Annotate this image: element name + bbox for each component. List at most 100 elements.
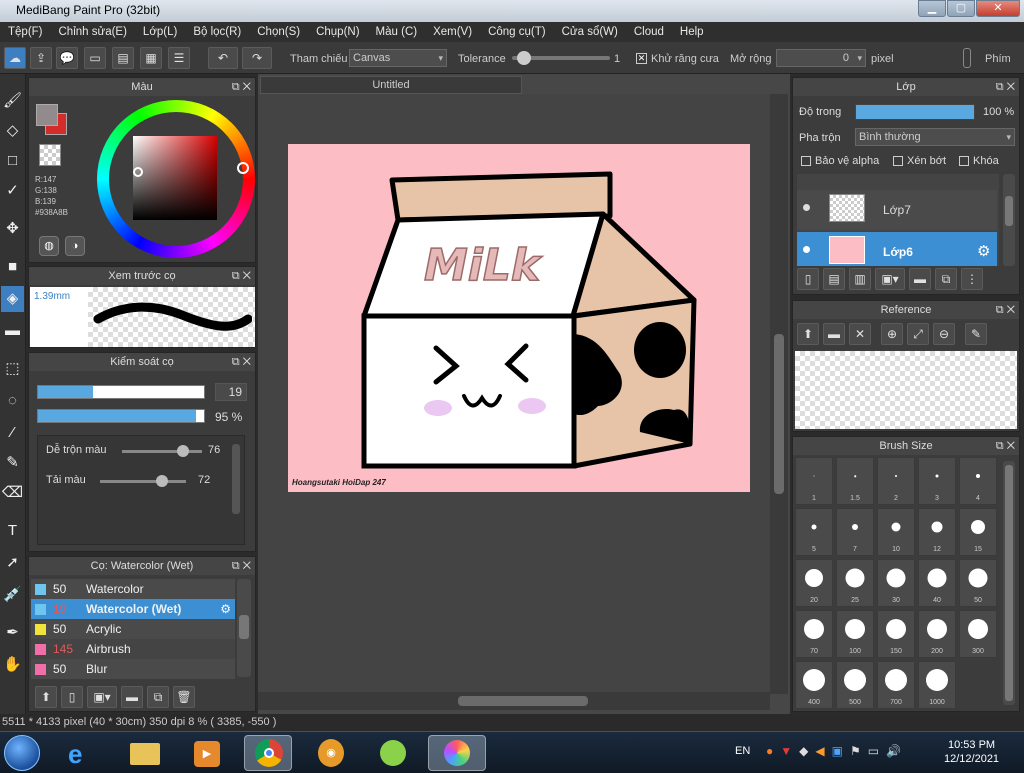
brush-list-scrollbar[interactable] bbox=[237, 579, 251, 677]
brush-size-cell[interactable]: 300 bbox=[959, 610, 997, 658]
brush-size-value[interactable]: 19 bbox=[215, 383, 247, 401]
grid-icon[interactable]: ▦ bbox=[140, 47, 162, 69]
eyedropper-tool-icon[interactable]: 💉 bbox=[1, 582, 24, 608]
reference-select[interactable]: Canvas bbox=[349, 49, 447, 67]
layer-folder-icon[interactable]: ▬ bbox=[909, 268, 931, 290]
fit-icon[interactable]: ⤢ bbox=[907, 323, 929, 345]
eye-icon[interactable] bbox=[803, 204, 810, 211]
saturation-value-square[interactable] bbox=[133, 136, 217, 220]
comment-icon[interactable]: 💬 bbox=[56, 47, 78, 69]
tray-app-icon[interactable]: ● bbox=[766, 744, 773, 758]
screen-icon[interactable]: ▭ bbox=[84, 47, 106, 69]
undo-icon[interactable]: ↶ bbox=[208, 47, 238, 69]
tolerance-slider[interactable] bbox=[512, 51, 610, 65]
panel-controls-icon[interactable]: ⧉ ✕ bbox=[232, 267, 251, 285]
menu-filter[interactable]: Bộ lọc(R) bbox=[185, 26, 249, 38]
brush-size-cell[interactable]: 12 bbox=[918, 508, 956, 556]
maximize-button[interactable]: ▢ bbox=[947, 0, 975, 17]
eyedropper-icon[interactable]: ✎ bbox=[965, 323, 987, 345]
tray-v-icon[interactable]: ▼ bbox=[780, 744, 792, 758]
menu-snap[interactable]: Chụp(N) bbox=[308, 26, 367, 38]
brush-size-cell[interactable]: 1000 bbox=[918, 661, 956, 709]
eye-icon[interactable] bbox=[803, 246, 810, 253]
menu-edit[interactable]: Chỉnh sửa(E) bbox=[51, 26, 135, 38]
tray-monitor-icon[interactable]: ▭ bbox=[868, 744, 879, 758]
document-tab[interactable]: Untitled bbox=[260, 76, 522, 94]
panel-controls-icon[interactable]: ⧉ ✕ bbox=[232, 78, 251, 96]
brush-list-item[interactable]: 19 Watercolor (Wet) ⚙ bbox=[31, 599, 235, 619]
panel-controls-icon[interactable]: ⧉ ✕ bbox=[232, 557, 251, 575]
upload-icon[interactable]: ⇪ bbox=[30, 47, 52, 69]
brush-size-cell[interactable]: 25 bbox=[836, 559, 874, 607]
panel-controls-icon[interactable]: ⧉ ✕ bbox=[996, 78, 1015, 96]
layer-menu-icon[interactable]: ▣▾ bbox=[875, 268, 905, 290]
gear-icon[interactable]: ⚙ bbox=[220, 599, 231, 619]
recorder-app-icon[interactable] bbox=[368, 735, 416, 771]
mix-slider[interactable] bbox=[122, 445, 202, 457]
reference-canvas[interactable] bbox=[795, 351, 1017, 429]
brush-size-bar[interactable] bbox=[37, 385, 205, 399]
brush-menu-icon[interactable]: ▣▾ bbox=[87, 686, 117, 708]
brush-size-cell[interactable]: 1 bbox=[795, 457, 833, 505]
duplicate-layer-icon[interactable]: ⧉ bbox=[935, 268, 957, 290]
zoom-out-icon[interactable]: ⊖ bbox=[933, 323, 955, 345]
close-reference-icon[interactable]: ✕ bbox=[849, 323, 871, 345]
color-picker-handle[interactable] bbox=[133, 167, 143, 177]
brush-size-scrollbar[interactable] bbox=[1003, 461, 1015, 705]
gear-icon[interactable]: ⚙ bbox=[977, 242, 990, 260]
duplicate-icon[interactable]: ⧉ bbox=[147, 686, 169, 708]
brush-list-item[interactable]: 50 Watercolor bbox=[31, 579, 235, 599]
select-pen-icon[interactable]: ✎ bbox=[1, 450, 24, 476]
panel-controls-icon[interactable]: ⧉ ✕ bbox=[232, 353, 251, 371]
document-icon[interactable]: ▤ bbox=[112, 47, 134, 69]
rectangle-tool-icon[interactable]: □ bbox=[1, 148, 24, 174]
new-layer-icon[interactable]: ▯ bbox=[797, 268, 819, 290]
toolbar-handle[interactable] bbox=[963, 48, 971, 68]
brush-size-cell[interactable]: 40 bbox=[918, 559, 956, 607]
upload-reference-icon[interactable]: ⬆ bbox=[797, 323, 819, 345]
brush-size-cell[interactable]: 200 bbox=[918, 610, 956, 658]
menu-window[interactable]: Cửa sổ(W) bbox=[554, 26, 626, 38]
brush-list-item[interactable]: 50 Blur bbox=[31, 659, 235, 679]
gradient-tool-icon[interactable]: ▬ bbox=[1, 318, 24, 344]
brush-size-cell[interactable]: 50 bbox=[959, 559, 997, 607]
menu-file[interactable]: Tệp(F) bbox=[0, 26, 51, 38]
panel-controls-icon[interactable]: ⧉ ✕ bbox=[996, 301, 1015, 319]
start-button-icon[interactable] bbox=[4, 735, 40, 771]
bucket-tool-icon[interactable]: ◈ bbox=[1, 286, 24, 312]
new-brush-icon[interactable]: ▯ bbox=[61, 686, 83, 708]
layer-opacity-bar[interactable] bbox=[855, 104, 975, 120]
hand-tool-icon[interactable]: ✋ bbox=[1, 652, 24, 678]
blend-mode-select[interactable]: Bình thường bbox=[855, 128, 1015, 146]
tray-flag-icon[interactable]: ⚑ bbox=[850, 744, 861, 758]
palette-icon[interactable]: ◍ bbox=[39, 236, 59, 256]
antialias-checkbox[interactable]: ✕ bbox=[636, 53, 647, 64]
menu-select[interactable]: Chọn(S) bbox=[249, 26, 308, 38]
keys-label[interactable]: Phím bbox=[985, 53, 1011, 65]
brush-opacity-bar[interactable] bbox=[37, 409, 205, 423]
layer-scrollbar[interactable] bbox=[1003, 174, 1015, 266]
protect-alpha-checkbox[interactable] bbox=[801, 156, 811, 166]
panel-controls-icon[interactable]: ⧉ ✕ bbox=[996, 437, 1015, 455]
brush-size-cell[interactable]: 20 bbox=[795, 559, 833, 607]
menu-color[interactable]: Màu (C) bbox=[368, 26, 426, 38]
language-indicator[interactable]: EN bbox=[735, 745, 750, 757]
tray-display-icon[interactable]: ▣ bbox=[832, 744, 843, 758]
tray-volume-icon[interactable]: 🔊 bbox=[886, 744, 901, 758]
fill-shape-icon[interactable]: ■ bbox=[1, 254, 24, 280]
vertical-scrollbar[interactable] bbox=[770, 94, 788, 694]
list-icon[interactable]: ☰ bbox=[168, 47, 190, 69]
menu-cloud[interactable]: Cloud bbox=[626, 26, 672, 38]
brush-list-item[interactable]: 145 Airbrush bbox=[31, 639, 235, 659]
hue-wheel[interactable] bbox=[97, 100, 255, 258]
brush-size-cell[interactable]: 7 bbox=[836, 508, 874, 556]
tray-network-app-icon[interactable]: ◆ bbox=[799, 744, 808, 758]
menu-layer[interactable]: Lớp(L) bbox=[135, 26, 185, 38]
main-color-swatch[interactable] bbox=[36, 104, 58, 126]
hue-handle[interactable] bbox=[237, 162, 249, 174]
file-explorer-icon[interactable] bbox=[120, 735, 168, 771]
medibang-taskbar-icon[interactable] bbox=[428, 735, 486, 771]
new-8bit-layer-icon[interactable]: ▥ bbox=[849, 268, 871, 290]
layer-more-icon[interactable]: ⋮ bbox=[961, 268, 983, 290]
select-tool-icon[interactable]: ⬚ bbox=[1, 356, 24, 382]
